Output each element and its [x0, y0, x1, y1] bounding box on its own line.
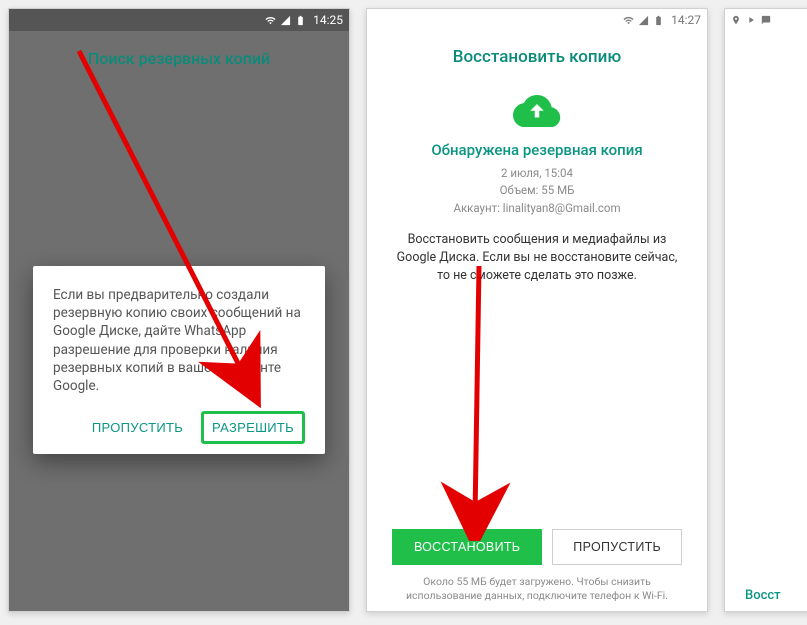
screen-body: Поиск резервных копий Если вы предварите… — [9, 31, 349, 611]
screen-body: Восст — [725, 31, 807, 611]
signal-icon — [638, 15, 649, 26]
skip-button[interactable]: ПРОПУСТИТЬ — [552, 529, 682, 565]
phone-screen-2: 14:27 Восстановить копию Обнаружена резе… — [366, 8, 708, 612]
wifi-icon — [623, 15, 634, 26]
allow-button[interactable]: РАЗРЕШИТЬ — [201, 411, 305, 444]
cloud-upload-icon — [513, 93, 561, 131]
backup-account: Аккаунт: linalityan8@Gmail.com — [453, 200, 620, 217]
status-bar — [725, 9, 807, 31]
backup-size: Объем: 55 МБ — [500, 182, 575, 199]
restore-partial-label: Восст — [745, 588, 781, 603]
status-bar: 14:25 — [9, 9, 349, 31]
dialog-actions: ПРОПУСТИТЬ РАЗРЕШИТЬ — [53, 411, 305, 444]
skip-button[interactable]: ПРОПУСТИТЬ — [82, 411, 193, 444]
restore-button[interactable]: ВОССТАНОВИТЬ — [392, 529, 542, 565]
status-time: 14:27 — [671, 13, 701, 27]
dialog-message: Если вы предварительно создали резервную… — [53, 286, 305, 395]
backup-date: 2 июля, 15:04 — [501, 165, 573, 182]
backup-description: Восстановить сообщения и медиафайлы из G… — [389, 231, 685, 285]
backup-found-title: Обнаружена резервная копия — [431, 141, 642, 159]
location-icon — [731, 15, 741, 25]
signal-icon — [280, 15, 291, 26]
battery-icon — [295, 15, 306, 26]
wifi-icon — [265, 15, 276, 26]
page-title: Поиск резервных копий — [9, 31, 349, 86]
status-bar: 14:27 — [367, 9, 707, 31]
page-title: Восстановить копию — [453, 47, 621, 67]
action-buttons: ВОССТАНОВИТЬ ПРОПУСТИТЬ — [367, 529, 707, 565]
screen-body: Восстановить копию Обнаружена резервная … — [367, 31, 707, 611]
phone-screen-1: 14:25 Поиск резервных копий Если вы пред… — [8, 8, 350, 612]
phone-screen-3: Восст — [724, 8, 807, 612]
permission-dialog: Если вы предварительно создали резервную… — [33, 266, 325, 454]
chat-icon — [761, 15, 771, 25]
annotation-arrow — [427, 261, 547, 541]
battery-icon — [653, 15, 664, 26]
status-time: 14:25 — [313, 13, 343, 27]
play-icon — [746, 15, 756, 25]
footer-note: Около 55 МБ будет загружено. Чтобы снизи… — [387, 575, 687, 603]
